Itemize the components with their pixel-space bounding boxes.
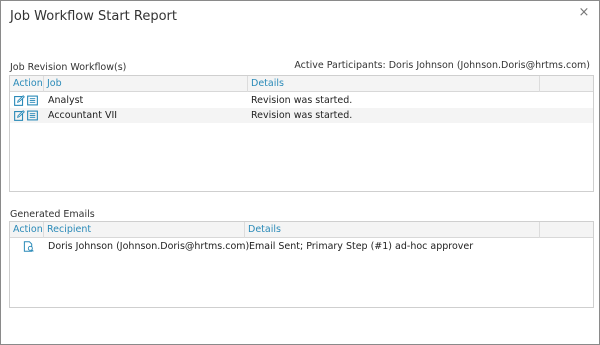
job-cell: Accountant VII xyxy=(48,110,118,121)
job-workflow-start-report-dialog: Job Workflow Start Report × Job Revision… xyxy=(0,0,600,345)
edit-icon[interactable] xyxy=(14,95,25,106)
details-icon[interactable] xyxy=(27,95,38,106)
emails-grid: Action Recipient Details Doris Johnson (… xyxy=(9,221,594,308)
details-cell: Email Sent; Primary Step (#1) ad-hoc app… xyxy=(249,241,474,252)
emails-section-title: Generated Emails xyxy=(10,209,95,220)
active-participants: Active Participants: Doris Johnson (John… xyxy=(294,60,590,71)
emails-grid-header: Action Recipient Details xyxy=(10,222,593,238)
edit-icon[interactable] xyxy=(14,110,25,121)
job-cell: Analyst xyxy=(48,95,84,106)
column-header-details[interactable]: Details xyxy=(248,76,540,92)
details-cell: Revision was started. xyxy=(251,110,353,121)
email-view-icon[interactable] xyxy=(23,241,34,252)
close-button[interactable]: × xyxy=(577,6,591,20)
column-header-details[interactable]: Details xyxy=(245,222,540,238)
details-icon[interactable] xyxy=(27,110,38,121)
details-cell: Revision was started. xyxy=(251,95,353,106)
table-row[interactable]: Accountant VII Revision was started. xyxy=(10,108,593,123)
dialog-title: Job Workflow Start Report xyxy=(10,9,177,24)
recipient-cell: Doris Johnson (Johnson.Doris@hrtms.com) xyxy=(48,241,250,252)
column-header-action[interactable]: Action xyxy=(10,76,44,92)
column-header-action[interactable]: Action xyxy=(10,222,44,238)
workflow-grid: Action Job Details Analyst Revision was … xyxy=(9,75,594,192)
table-row[interactable]: Analyst Revision was started. xyxy=(10,93,593,108)
column-header-job[interactable]: Job xyxy=(44,76,248,92)
workflow-section-title: Job Revision Workflow(s) xyxy=(10,62,127,73)
workflow-grid-header: Action Job Details xyxy=(10,76,593,92)
table-row[interactable]: Doris Johnson (Johnson.Doris@hrtms.com) … xyxy=(10,239,593,254)
column-header-recipient[interactable]: Recipient xyxy=(44,222,245,238)
